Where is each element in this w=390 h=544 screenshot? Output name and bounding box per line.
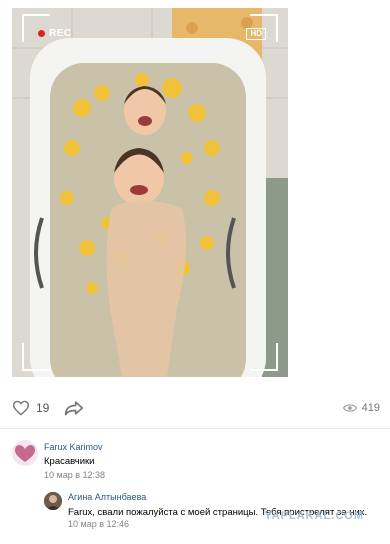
watermark: YAPLAKAL.COM: [264, 510, 364, 522]
divider: [0, 428, 390, 429]
frame-corner-icon: [22, 14, 50, 42]
comment-date-link[interactable]: 10 мар в 12:46: [68, 519, 129, 529]
avatar[interactable]: [12, 440, 38, 466]
like-button[interactable]: 19: [12, 400, 49, 416]
heart-icon: [12, 400, 30, 416]
comment-author-link[interactable]: Агина Алтынбаева: [68, 492, 146, 502]
comment-author-link[interactable]: Farux Karimov: [44, 442, 103, 452]
bath-photo-illustration: [12, 8, 288, 377]
avatar-image: [12, 440, 38, 466]
like-count: 19: [36, 401, 50, 415]
frame-corner-icon: [250, 343, 278, 371]
avatar-image: [44, 492, 62, 510]
eye-icon: [342, 404, 357, 412]
comment-text: Красавчики: [44, 456, 95, 467]
rec-label: REC: [49, 28, 72, 39]
frame-corner-icon: [22, 343, 50, 371]
post-actions-bar: 19 419: [12, 398, 382, 420]
views-counter: 419: [342, 402, 380, 414]
post-photo[interactable]: REC HD: [12, 8, 288, 377]
views-count: 419: [361, 402, 380, 414]
frame-corner-icon: [250, 14, 278, 42]
share-button[interactable]: [64, 400, 84, 419]
comment-date-link[interactable]: 10 мар в 12:38: [44, 470, 105, 480]
avatar[interactable]: [44, 492, 62, 510]
share-arrow-icon: [64, 401, 84, 416]
